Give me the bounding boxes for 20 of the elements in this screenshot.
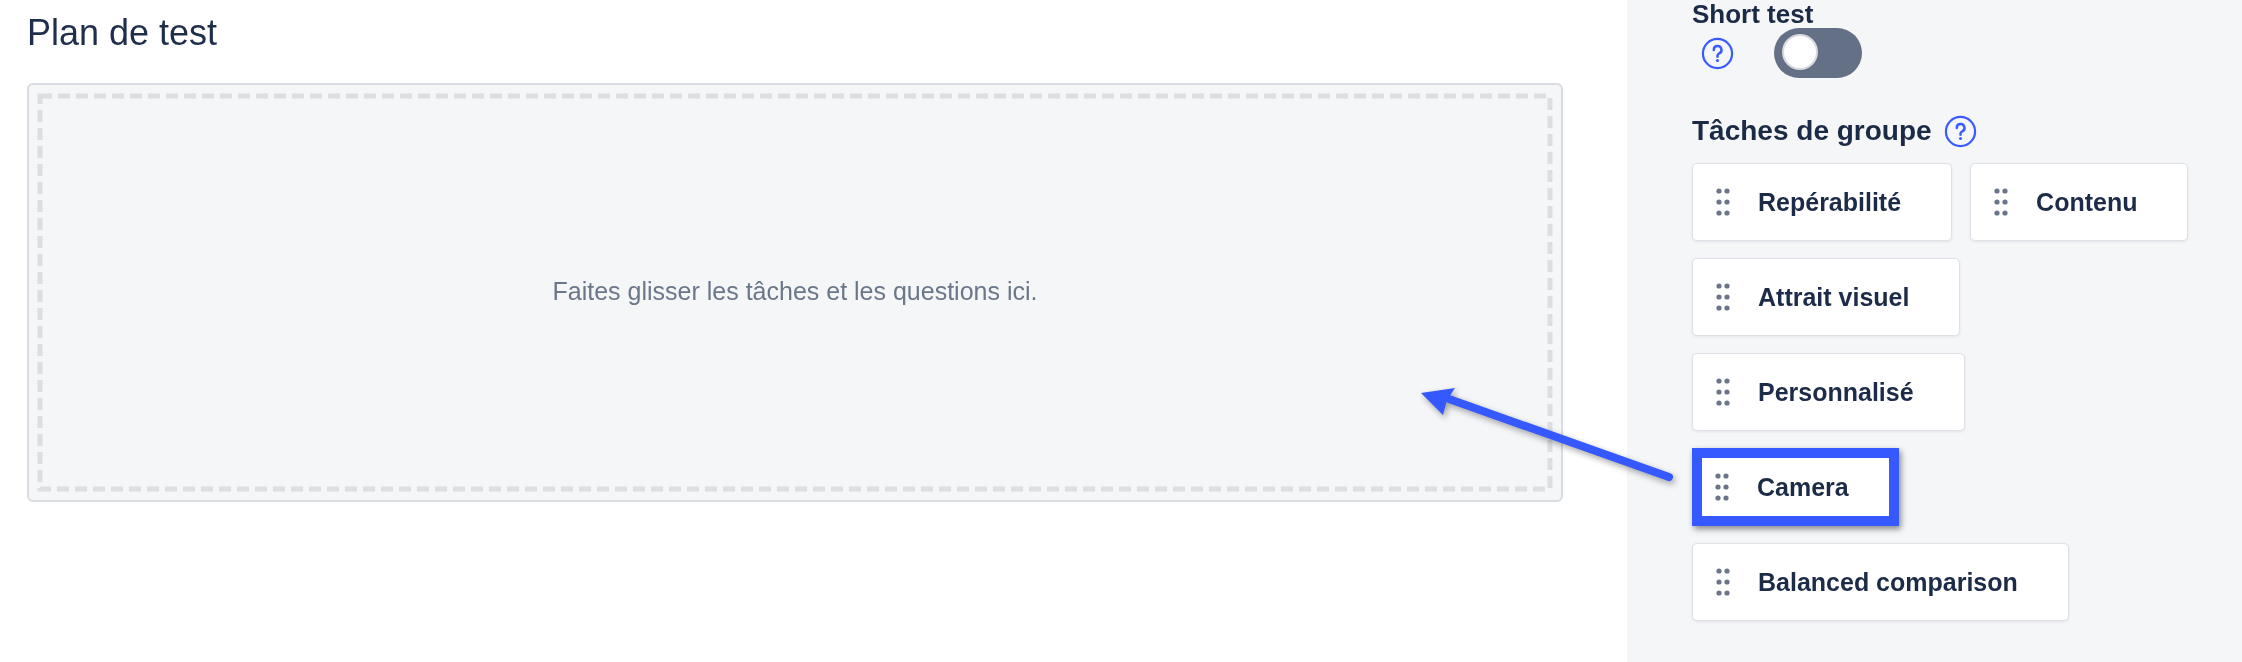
drag-handle-icon[interactable]: [1716, 568, 1730, 596]
page-title: Plan de test: [27, 12, 219, 54]
drop-zone-hint: Faites glisser les tâches et les questions ici.: [552, 276, 1038, 306]
task-card[interactable]: Camera: [1692, 448, 1899, 526]
task-card[interactable]: Attrait visuel: [1692, 258, 1961, 336]
drop-zone[interactable]: Faites glisser les tâches et les questions ici.: [27, 83, 1563, 502]
drag-handle-icon[interactable]: [1715, 473, 1729, 501]
help-icon[interactable]: [1943, 114, 1977, 148]
task-card[interactable]: Personnalisé: [1692, 353, 1965, 431]
drag-handle-icon[interactable]: [1716, 378, 1730, 406]
short-test-label: Short test: [1692, 0, 1815, 28]
short-test-toggle[interactable]: [1774, 28, 1862, 78]
drag-handle-icon[interactable]: [1994, 188, 2009, 216]
help-icon[interactable]: [1701, 36, 1734, 70]
drag-handle-icon[interactable]: [1716, 188, 1730, 216]
task-card[interactable]: Repérabilité: [1692, 163, 1953, 241]
task-card[interactable]: Balanced comparison: [1692, 543, 2069, 621]
drag-handle-icon[interactable]: [1716, 283, 1730, 311]
group-tasks-heading: Tâches de groupe: [1692, 114, 1932, 148]
task-card[interactable]: Contenu: [1970, 163, 2189, 241]
